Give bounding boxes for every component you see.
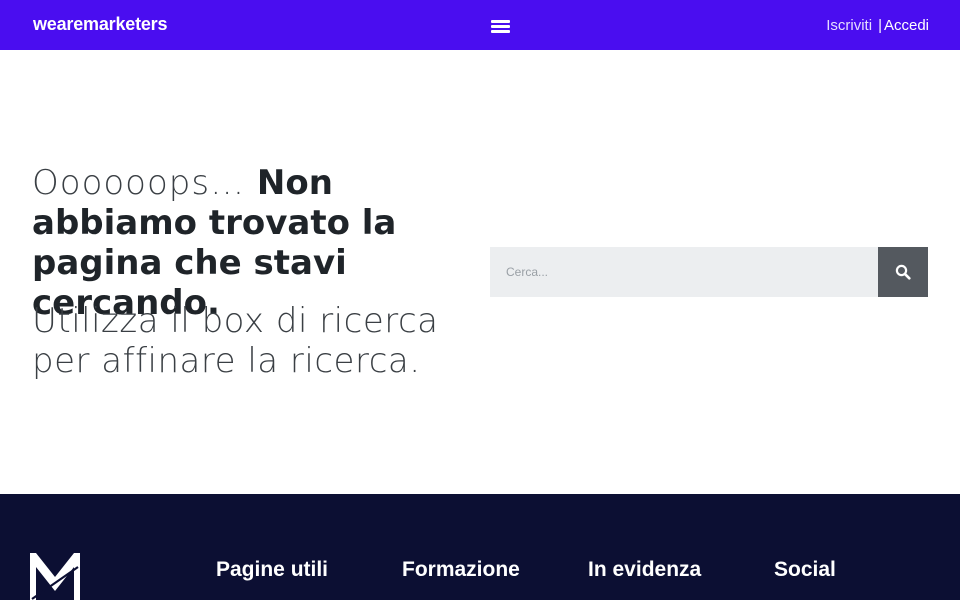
search-input[interactable]	[490, 247, 878, 297]
footer-column-title-featured: In evidenza	[588, 558, 702, 581]
page-title: Oooooops… Non abbiamo trovato la pagina …	[32, 163, 492, 323]
search-form	[490, 247, 928, 297]
auth-links: Iscriviti | Accedi	[826, 17, 929, 34]
site-footer: Pagine utili Formazione In evidenza Soci…	[0, 494, 960, 600]
search-icon	[895, 264, 911, 280]
footer-column-title-training: Formazione	[402, 558, 520, 581]
footer-column-title-social: Social	[774, 558, 836, 581]
signup-link[interactable]: Iscriviti	[826, 17, 872, 34]
page-title-light: Oooooops…	[32, 163, 246, 203]
footer-column-title-useful-pages: Pagine utili	[216, 558, 329, 581]
m-logo-icon[interactable]	[30, 553, 80, 600]
auth-separator: |	[878, 17, 882, 34]
search-button[interactable]	[878, 247, 928, 297]
login-link[interactable]: Accedi	[884, 17, 929, 34]
hamburger-menu-icon[interactable]	[491, 20, 510, 35]
top-navigation-bar: wearemarketers Iscriviti | Accedi	[0, 0, 960, 50]
brand-logo-link[interactable]: wearemarketers	[33, 14, 168, 35]
page-subtitle: Utilizza il box di ricerca per affinare …	[32, 301, 439, 381]
